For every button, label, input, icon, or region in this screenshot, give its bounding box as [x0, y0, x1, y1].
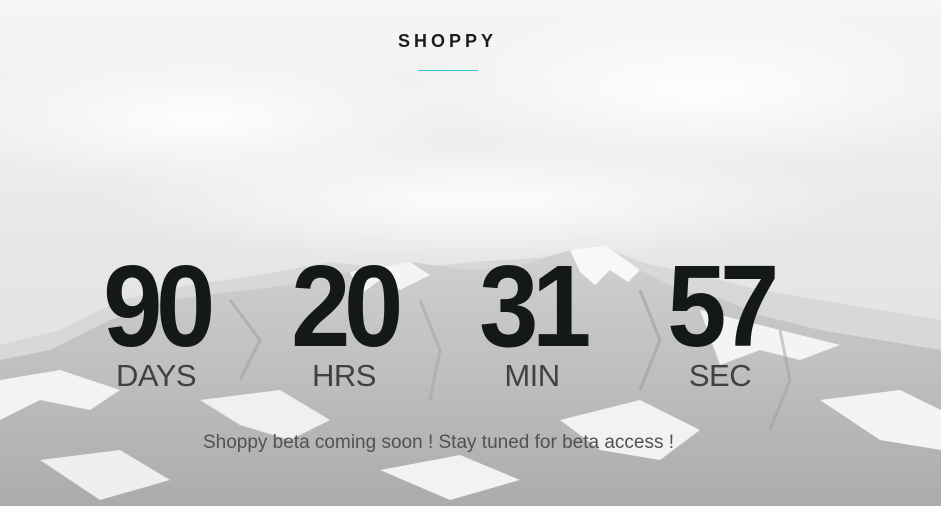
hours-value: 20 [291, 241, 403, 371]
countdown-timer: 90 DAYS 20 HRS 31 MIN 57 SEC [0, 248, 941, 408]
days-value: 90 [103, 241, 215, 371]
seconds-label: SEC [688, 358, 752, 393]
seconds-value: 57 [667, 241, 779, 371]
countdown-minutes: 31 MIN [442, 248, 622, 394]
minutes-value: 31 [479, 241, 591, 371]
countdown-seconds: 57 SEC [630, 248, 810, 394]
brand-title: SHOPPY [397, 31, 498, 51]
brand-underline [418, 70, 478, 71]
countdown-days: 90 DAYS [66, 248, 246, 394]
coming-soon-message: Shoppy beta coming soon ! Stay tuned for… [202, 432, 675, 453]
minutes-label: MIN [504, 358, 560, 393]
days-label: DAYS [115, 358, 197, 393]
hours-label: HRS [312, 358, 376, 393]
countdown-hours: 20 HRS [254, 248, 434, 394]
